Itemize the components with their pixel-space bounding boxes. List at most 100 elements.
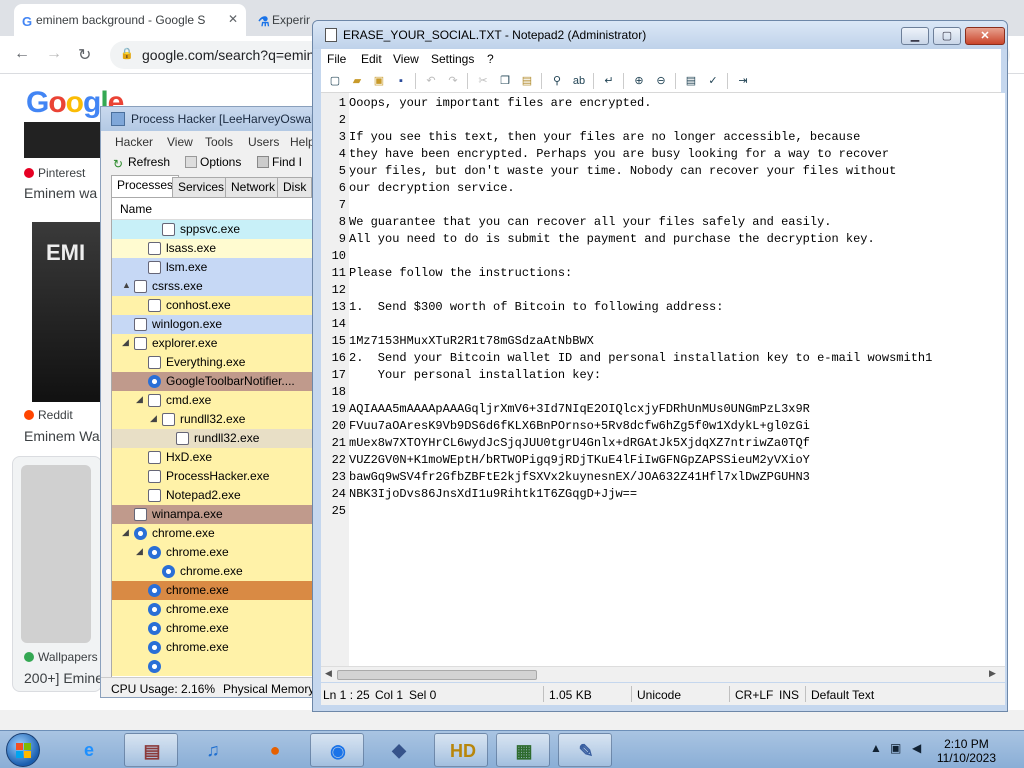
status-scheme[interactable]: Default Text xyxy=(811,688,874,702)
process-row[interactable]: chrome.exe xyxy=(112,638,319,657)
back-icon[interactable]: ← xyxy=(14,45,30,63)
expand-toggle-icon[interactable]: ◢ xyxy=(136,394,143,405)
process-row[interactable]: HxD.exe xyxy=(112,448,319,467)
taskbar-processhacker-button[interactable]: ▦ xyxy=(496,733,550,767)
status-line-ending[interactable]: CR+LF xyxy=(735,688,773,702)
tab-services[interactable]: Services xyxy=(172,177,231,197)
maximize-button[interactable]: ▢ xyxy=(933,27,961,45)
expand-toggle-icon[interactable]: ◢ xyxy=(122,527,129,538)
options-button[interactable]: Options xyxy=(185,155,241,169)
reload-icon[interactable]: ↻ xyxy=(78,45,91,65)
tab-network[interactable]: Network xyxy=(225,177,282,197)
process-row[interactable]: rundll32.exe xyxy=(112,429,319,448)
process-row[interactable]: GoogleToolbarNotifier.... xyxy=(112,372,319,391)
find-icon[interactable]: ⚲ xyxy=(549,73,565,89)
menu-view[interactable]: View xyxy=(167,135,193,149)
scroll-left-icon[interactable]: ◀ xyxy=(325,668,332,679)
horizontal-scrollbar[interactable]: ◀ ▶ xyxy=(321,666,1005,682)
process-row[interactable]: chrome.exe xyxy=(112,581,319,600)
find-handles-button[interactable]: Find I xyxy=(257,155,302,169)
process-row[interactable]: ◢ rundll32.exe xyxy=(112,410,319,429)
menu-edit[interactable]: Edit xyxy=(361,52,382,66)
status-encoding[interactable]: Unicode xyxy=(637,688,681,702)
process-row[interactable]: winampa.exe xyxy=(112,505,319,524)
process-row[interactable]: ▲ csrss.exe xyxy=(112,277,319,296)
volume-icon[interactable]: ◀ xyxy=(912,741,921,755)
process-row[interactable]: chrome.exe xyxy=(112,600,319,619)
network-icon[interactable]: ▣ xyxy=(890,741,901,755)
scroll-right-icon[interactable]: ▶ xyxy=(989,668,996,679)
forward-icon[interactable]: → xyxy=(46,45,62,63)
process-row[interactable]: ◢ chrome.exe xyxy=(112,543,319,562)
zoom-in-icon[interactable]: ⊕ xyxy=(631,73,647,89)
replace-icon[interactable]: ab xyxy=(571,73,587,89)
taskbar-ie-button[interactable]: e xyxy=(62,733,116,767)
process-row[interactable]: conhost.exe xyxy=(112,296,319,315)
result-title[interactable]: Eminem Wa xyxy=(24,428,100,444)
browse-icon[interactable]: ▣ xyxy=(371,73,387,89)
scrollbar-thumb[interactable] xyxy=(337,670,537,680)
exit-icon[interactable]: ⇥ xyxy=(735,73,751,89)
taskbar-archive-button[interactable]: ▤ xyxy=(124,733,178,767)
taskbar-music-button[interactable]: ♫ xyxy=(186,733,240,767)
process-row[interactable]: lsass.exe xyxy=(112,239,319,258)
menu-file[interactable]: File xyxy=(327,52,346,66)
tab-processes[interactable]: Processes xyxy=(111,175,180,197)
menu-view[interactable]: View xyxy=(393,52,419,66)
notepad2-titlebar[interactable]: ERASE_YOUR_SOCIAL.TXT - Notepad2 (Admini… xyxy=(313,21,1007,49)
customize-scheme-icon[interactable]: ✓ xyxy=(705,73,721,89)
redo-icon[interactable]: ↷ xyxy=(445,73,461,89)
process-row[interactable]: sppsvc.exe xyxy=(112,220,319,239)
browser-scrollbar[interactable] xyxy=(0,710,1024,730)
scheme-icon[interactable]: ▤ xyxy=(683,73,699,89)
menu-settings[interactable]: Settings xyxy=(431,52,474,66)
word-wrap-icon[interactable]: ↵ xyxy=(601,73,617,89)
copy-icon[interactable]: ❐ xyxy=(497,73,513,89)
clock[interactable]: 2:10 PM 11/10/2023 xyxy=(937,737,996,765)
expand-toggle-icon[interactable]: ◢ xyxy=(150,413,157,424)
taskbar-firefox-button[interactable]: ● xyxy=(248,733,302,767)
save-icon[interactable]: ▪ xyxy=(393,73,409,89)
process-row[interactable]: Notepad2.exe xyxy=(112,486,319,505)
zoom-out-icon[interactable]: ⊖ xyxy=(653,73,669,89)
process-row[interactable]: ProcessHacker.exe xyxy=(112,467,319,486)
menu-users[interactable]: Users xyxy=(248,135,279,149)
menu-tools[interactable]: Tools xyxy=(205,135,233,149)
expand-toggle-icon[interactable]: ◢ xyxy=(122,337,129,348)
paste-icon[interactable]: ▤ xyxy=(519,73,535,89)
column-header-name[interactable]: Name xyxy=(112,198,319,220)
result-image[interactable] xyxy=(21,465,91,643)
refresh-button[interactable]: ↻ Refresh xyxy=(113,155,170,171)
browser-tab-search[interactable]: G eminem background - Google S ✕ xyxy=(14,4,246,36)
menu-help[interactable]: ? xyxy=(487,52,494,66)
process-row[interactable]: chrome.exe xyxy=(112,619,319,638)
text-editor[interactable]: 1 2 3 4 5 6 7 8 9 10 11 12 13 14 15 16 17 18 19 20 21 22 23 24 2… xyxy=(321,93,1005,669)
result-image[interactable] xyxy=(24,122,100,158)
show-hidden-icons-icon[interactable]: ▲ xyxy=(870,741,882,755)
result-title[interactable]: 200+] Emine xyxy=(24,670,103,686)
taskbar-notepad2-button[interactable]: ✎ xyxy=(558,733,612,767)
result-image[interactable]: EMI xyxy=(32,222,102,402)
process-row[interactable]: ◢ chrome.exe xyxy=(112,524,319,543)
process-row[interactable]: Everything.exe xyxy=(112,353,319,372)
expand-toggle-icon[interactable]: ▲ xyxy=(122,280,131,290)
process-row[interactable]: ◢ cmd.exe xyxy=(112,391,319,410)
taskbar-install-button[interactable]: ◆ xyxy=(372,733,426,767)
process-row[interactable]: winlogon.exe xyxy=(112,315,319,334)
minimize-button[interactable]: ▁ xyxy=(901,27,929,45)
process-tree[interactable]: Name sppsvc.exe lsass.exe lsm.exe ▲ csrss.ex… xyxy=(111,197,319,697)
open-folder-icon[interactable]: ▰ xyxy=(349,73,365,89)
taskbar-hxd-button[interactable]: HD xyxy=(434,733,488,767)
expand-toggle-icon[interactable]: ◢ xyxy=(136,546,143,557)
cut-icon[interactable]: ✂ xyxy=(475,73,491,89)
undo-icon[interactable]: ↶ xyxy=(423,73,439,89)
close-tab-icon[interactable]: ✕ xyxy=(228,12,238,26)
new-file-icon[interactable]: ▢ xyxy=(327,73,343,89)
process-hacker-titlebar[interactable]: Process Hacker [LeeHarveyOswald xyxy=(101,107,319,131)
tab-disk[interactable]: Disk xyxy=(277,177,313,197)
process-row[interactable]: lsm.exe xyxy=(112,258,319,277)
close-button[interactable]: ✕ xyxy=(965,27,1005,45)
taskbar-chrome-button[interactable]: ◉ xyxy=(310,733,364,767)
browser-tab-experiments[interactable]: ⚗ Experiments xyxy=(250,4,310,36)
menu-hacker[interactable]: Hacker xyxy=(115,135,153,149)
